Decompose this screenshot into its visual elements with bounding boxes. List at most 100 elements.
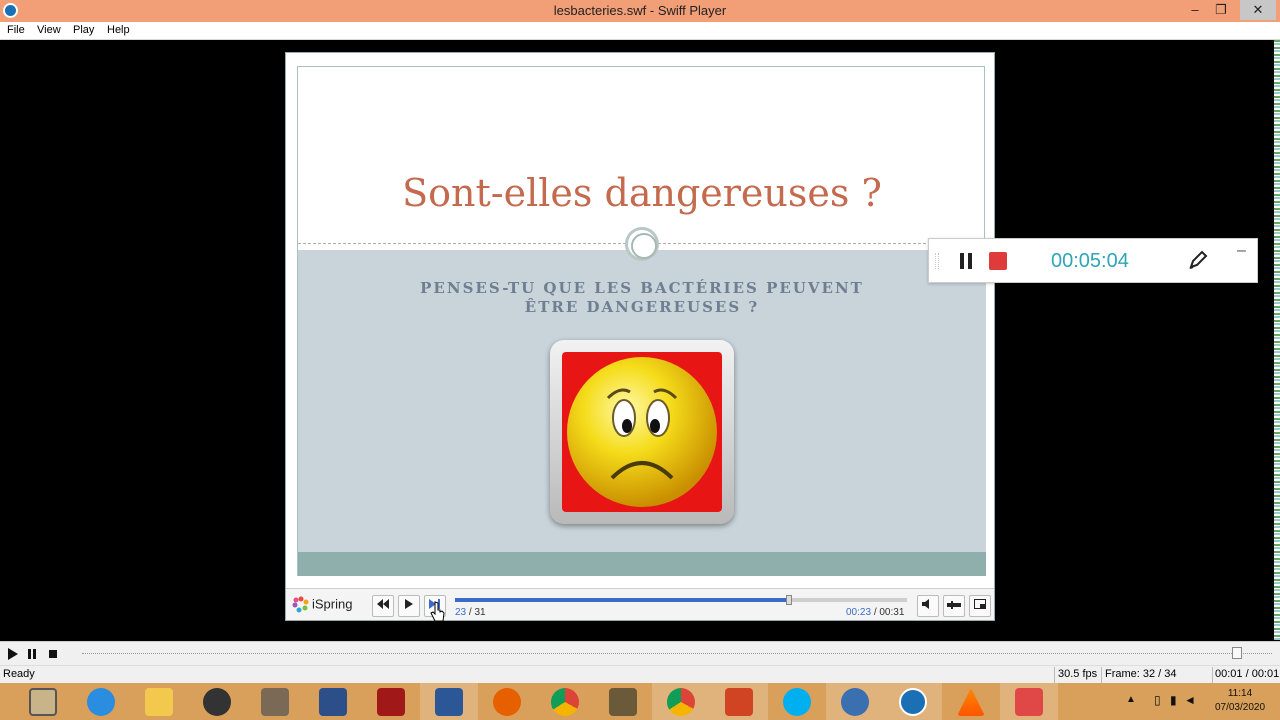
prev-slide-button[interactable] bbox=[372, 595, 394, 617]
rewind-icon bbox=[377, 599, 389, 609]
taskbar-item[interactable] bbox=[710, 683, 768, 720]
recording-pause-button[interactable] bbox=[959, 253, 973, 269]
slide-progress-bar[interactable] bbox=[455, 595, 907, 605]
pause-icon[interactable] bbox=[24, 646, 40, 662]
screen-recorder-icon bbox=[1015, 688, 1043, 716]
taskbar-item[interactable] bbox=[478, 683, 536, 720]
recorder-minimize-button[interactable]: – bbox=[1237, 242, 1246, 260]
menu-help[interactable]: Help bbox=[107, 24, 130, 36]
taskbar-item[interactable] bbox=[72, 683, 130, 720]
taskbar-item[interactable] bbox=[536, 683, 594, 720]
sad-face-icon bbox=[562, 352, 722, 512]
taskbar-item[interactable] bbox=[768, 683, 826, 720]
maximize-button[interactable]: ❐ bbox=[1206, 0, 1236, 20]
fullscreen-button[interactable] bbox=[969, 595, 991, 617]
sad-face-image bbox=[550, 340, 734, 524]
drag-grip-icon[interactable] bbox=[935, 253, 939, 269]
ispring-flower-icon bbox=[292, 596, 309, 613]
taskbar-item[interactable] bbox=[652, 683, 710, 720]
play-icon[interactable] bbox=[5, 646, 21, 662]
status-separator bbox=[1054, 667, 1055, 683]
swiff-player-icon bbox=[899, 688, 927, 716]
question-line-1: PENSES-TU QUE LES BACTÉRIES PEUVENT bbox=[420, 279, 864, 297]
speaker-app-icon bbox=[203, 688, 231, 716]
status-separator bbox=[1212, 667, 1213, 683]
app-grey-icon bbox=[29, 688, 57, 716]
slides-app-icon bbox=[609, 688, 637, 716]
slide-title: Sont-elles dangereuses ? bbox=[402, 171, 882, 215]
recording-timer: 00:05:04 bbox=[1051, 250, 1129, 272]
taskbar-item[interactable] bbox=[362, 683, 420, 720]
taskbar-clock[interactable]: 11:14 07/03/2020 bbox=[1200, 687, 1280, 715]
ispring-logo[interactable]: iSpring bbox=[292, 596, 352, 614]
internet-explorer-icon bbox=[87, 688, 115, 716]
title-bar: lesbacteries.swf - Swiff Player – ❐ ✕ bbox=[0, 0, 1280, 22]
taskbar-item[interactable] bbox=[188, 683, 246, 720]
time-total: / 00:31 bbox=[873, 607, 905, 618]
taskbar-item[interactable] bbox=[942, 683, 1000, 720]
swiff-playbar bbox=[0, 641, 1280, 665]
skype-icon bbox=[783, 688, 811, 716]
taskbar-item[interactable] bbox=[304, 683, 362, 720]
power-app-icon bbox=[377, 688, 405, 716]
network-icon[interactable]: ▮ bbox=[1170, 693, 1177, 707]
frame-seek-thumb[interactable] bbox=[1232, 647, 1242, 659]
slide: Sont-elles dangereuses ? PENSES-TU QUE L… bbox=[297, 66, 986, 576]
volume-tray-icon[interactable]: ◄ bbox=[1184, 693, 1196, 707]
time-readout: 00:01 / 00:01 bbox=[1215, 668, 1280, 680]
frame-seek-track[interactable] bbox=[82, 653, 1272, 655]
vlc-icon bbox=[957, 688, 985, 716]
sync-app-icon bbox=[841, 688, 869, 716]
ispring-controls: iSpring 23 / 31 00:23 / 00:31 bbox=[286, 588, 994, 620]
taskbar-item[interactable] bbox=[884, 683, 942, 720]
taskbar-item[interactable] bbox=[246, 683, 304, 720]
slide-question: PENSES-TU QUE LES BACTÉRIES PEUVENT ÊTRE… bbox=[338, 279, 946, 317]
progress-knob[interactable] bbox=[786, 595, 793, 605]
pen-icon[interactable] bbox=[1187, 249, 1209, 271]
menu-play[interactable]: Play bbox=[73, 24, 94, 36]
question-line-2: ÊTRE DANGEREUSES ? bbox=[524, 298, 760, 316]
volume-button[interactable] bbox=[917, 595, 939, 617]
taskbar-item[interactable] bbox=[1000, 683, 1058, 720]
battery-icon[interactable]: ▯ bbox=[1154, 693, 1161, 707]
file-explorer-icon bbox=[145, 688, 173, 716]
doc-app-icon bbox=[261, 688, 289, 716]
screen-recorder-widget: 00:05:04 – bbox=[928, 238, 1258, 283]
tray-expand-icon[interactable]: ▲ bbox=[1126, 694, 1136, 705]
word-icon bbox=[435, 688, 463, 716]
chrome-icon bbox=[551, 688, 579, 716]
fps-readout: 30.5 fps bbox=[1058, 668, 1098, 680]
play-button[interactable] bbox=[398, 595, 420, 617]
volume-icon bbox=[922, 599, 929, 609]
menu-file[interactable]: File bbox=[7, 24, 25, 36]
time-current: 00:23 bbox=[846, 607, 872, 618]
time-display: 00:23 / 00:31 bbox=[846, 607, 904, 618]
clock-time: 11:14 bbox=[1227, 688, 1253, 699]
decorative-ring-icon bbox=[625, 227, 659, 261]
menu-bar: File View Play Help bbox=[0, 22, 1280, 40]
outline-button[interactable] bbox=[943, 595, 965, 617]
frame-readout: Frame: 32 / 34 bbox=[1105, 668, 1177, 680]
stop-icon[interactable] bbox=[45, 646, 61, 662]
menu-view[interactable]: View bbox=[37, 24, 61, 36]
taskbar: ▲ ▯ ▮ ◄ 11:14 07/03/2020 bbox=[0, 683, 1280, 720]
recording-stop-button[interactable] bbox=[989, 252, 1007, 270]
firefox-icon bbox=[493, 688, 521, 716]
slide-counter: 23 / 31 bbox=[455, 607, 486, 618]
ispring-logo-text: iSpring bbox=[312, 596, 353, 612]
close-button[interactable]: ✕ bbox=[1240, 0, 1276, 20]
taskbar-item[interactable] bbox=[826, 683, 884, 720]
status-separator bbox=[1101, 667, 1102, 683]
mouse-cursor-icon bbox=[430, 601, 445, 622]
taskbar-item[interactable] bbox=[420, 683, 478, 720]
outline-icon bbox=[947, 601, 961, 609]
taskbar-item[interactable] bbox=[594, 683, 652, 720]
settings-app-icon bbox=[319, 688, 347, 716]
system-tray: ▲ ▯ ▮ ◄ 11:14 07/03/2020 bbox=[1120, 683, 1280, 720]
slide-footer-band bbox=[298, 552, 986, 576]
status-text: Ready bbox=[3, 668, 35, 680]
slide-total: / 31 bbox=[468, 607, 486, 618]
taskbar-item[interactable] bbox=[130, 683, 188, 720]
taskbar-item[interactable] bbox=[14, 683, 72, 720]
edge-artifact bbox=[1274, 40, 1280, 640]
